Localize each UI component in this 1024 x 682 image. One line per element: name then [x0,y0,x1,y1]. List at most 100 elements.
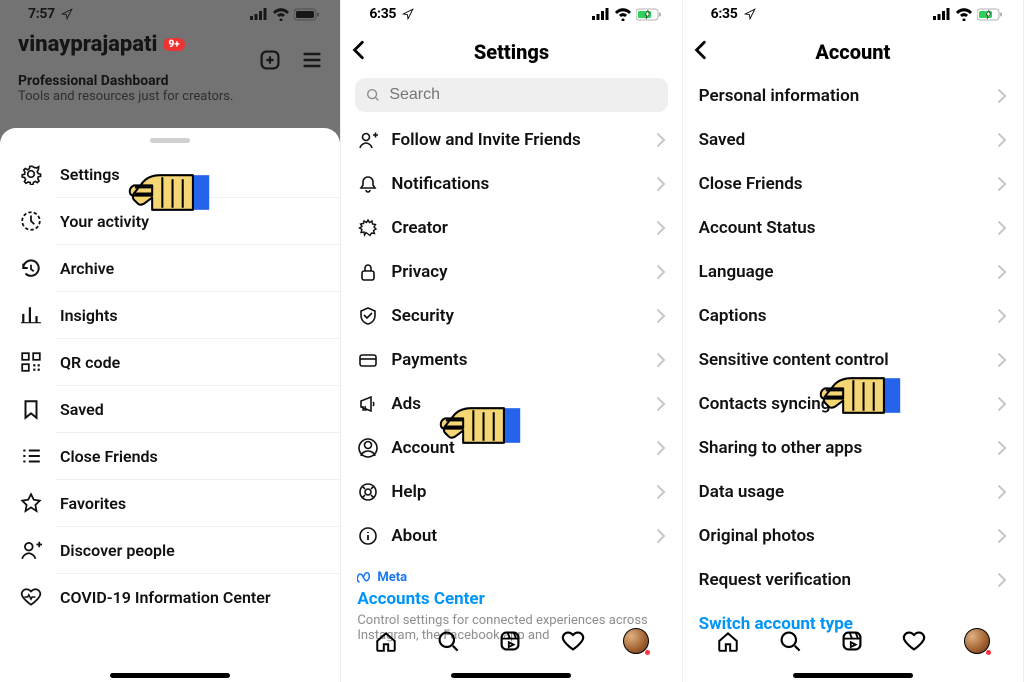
chevron-icon [997,484,1007,500]
chevron-icon [656,132,666,148]
chevron-icon [997,264,1007,280]
help-icon [357,482,379,502]
back-button[interactable] [351,40,367,60]
tab-search[interactable] [436,629,460,653]
meta-logo: Meta [357,570,665,585]
account-close-friends[interactable]: Close Friends [683,162,1023,206]
chevron-icon [656,176,666,192]
chevron-icon [997,132,1007,148]
search-input[interactable] [355,78,667,112]
menu-saved[interactable]: Saved [0,386,340,432]
menu-insights[interactable]: Insights [0,292,340,338]
account-request-verification[interactable]: Request verification [683,558,1023,602]
home-indicator[interactable] [110,673,230,678]
chevron-icon [997,396,1007,412]
settings-account[interactable]: Account [341,426,681,470]
add-person-icon [357,130,379,150]
tab-reels[interactable] [840,629,864,653]
menu-qr-code[interactable]: QR code [0,339,340,385]
tab-bar [683,618,1023,664]
activity-icon [20,210,42,232]
home-indicator[interactable] [451,673,571,678]
panel-profile-menu: 7:57 vinayprajapati 9+ Professional Dash… [0,0,341,682]
settings-follow-invite[interactable]: Follow and Invite Friends [341,118,681,162]
pro-dashboard-subtitle: Tools and resources just for creators. [18,89,322,104]
battery-icon [294,8,320,21]
menu-close-friends[interactable]: Close Friends [0,433,340,479]
create-icon[interactable] [258,48,282,72]
status-bar: 7:57 [0,0,340,22]
menu-archive[interactable]: Archive [0,245,340,291]
settings-security[interactable]: Security [341,294,681,338]
settings-creator[interactable]: Creator [341,206,681,250]
chevron-icon [997,176,1007,192]
settings-privacy[interactable]: Privacy [341,250,681,294]
status-bar: 6:35 [341,0,681,22]
cellular-icon [933,8,951,20]
location-arrow-icon [402,8,414,20]
tab-home[interactable] [716,629,740,653]
card-icon [357,350,379,370]
account-language[interactable]: Language [683,250,1023,294]
account-original-photos[interactable]: Original photos [683,514,1023,558]
menu-favorites[interactable]: Favorites [0,480,340,526]
screen-header: Account [683,22,1023,74]
profile-menu-sheet: Settings Your activity Archive Insights … [0,128,340,682]
menu-covid-info[interactable]: COVID-19 Information Center [0,574,340,620]
account-status[interactable]: Account Status [683,206,1023,250]
chevron-icon [997,440,1007,456]
screen-title: Account [815,40,890,64]
tab-reels[interactable] [498,629,522,653]
location-arrow-icon [744,8,756,20]
tab-activity[interactable] [561,629,585,653]
account-sharing-apps[interactable]: Sharing to other apps [683,426,1023,470]
pro-dashboard-title[interactable]: Professional Dashboard [18,73,322,89]
chevron-icon [997,572,1007,588]
tab-profile[interactable] [623,628,649,654]
settings-ads[interactable]: Ads [341,382,681,426]
shield-icon [357,306,379,326]
insights-icon [20,304,42,326]
heart-pulse-icon [20,586,42,608]
chevron-icon [997,220,1007,236]
archive-icon [20,257,42,279]
chevron-icon [656,528,666,544]
settings-payments[interactable]: Payments [341,338,681,382]
chevron-icon [997,352,1007,368]
settings-notifications[interactable]: Notifications [341,162,681,206]
list-icon [20,445,42,467]
account-contacts-syncing[interactable]: Contacts syncing [683,382,1023,426]
account-sensitive-content[interactable]: Sensitive content control [683,338,1023,382]
settings-about[interactable]: About [341,514,681,558]
wifi-icon [272,7,290,21]
accounts-center-link[interactable]: Accounts Center [357,589,665,609]
menu-icon[interactable] [300,48,324,72]
tab-search[interactable] [778,629,802,653]
sheet-grabber[interactable] [150,138,190,143]
search-icon [365,87,381,103]
back-button[interactable] [693,40,709,60]
account-personal-info[interactable]: Personal information [683,74,1023,118]
status-time: 6:35 [369,6,396,22]
chevron-icon [656,440,666,456]
tab-bar [341,618,681,664]
settings-help[interactable]: Help [341,470,681,514]
person-circle-icon [357,438,379,458]
chevron-icon [997,88,1007,104]
megaphone-icon [357,394,379,414]
status-bar: 6:35 [683,0,1023,22]
chevron-icon [656,264,666,280]
tab-profile[interactable] [964,628,990,654]
account-data-usage[interactable]: Data usage [683,470,1023,514]
menu-settings[interactable]: Settings [0,151,340,197]
account-captions[interactable]: Captions [683,294,1023,338]
account-saved[interactable]: Saved [683,118,1023,162]
gear-icon [20,163,42,185]
tab-home[interactable] [374,629,398,653]
menu-your-activity[interactable]: Your activity [0,198,340,244]
status-time: 7:57 [28,6,55,22]
tab-activity[interactable] [902,629,926,653]
lock-icon [357,262,379,282]
menu-discover-people[interactable]: Discover people [0,527,340,573]
home-indicator[interactable] [793,673,913,678]
